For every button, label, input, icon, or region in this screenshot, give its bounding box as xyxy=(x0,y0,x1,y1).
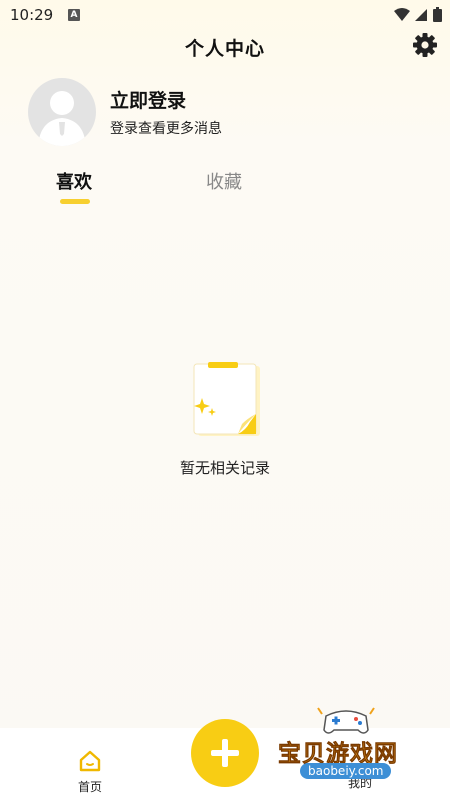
empty-state-text: 暂无相关记录 xyxy=(179,459,270,477)
plus-icon xyxy=(211,739,239,767)
page-title: 个人中心 xyxy=(184,38,265,60)
login-title[interactable]: 立即登录 xyxy=(110,86,186,113)
default-avatar-icon xyxy=(38,91,86,146)
login-subtitle: 登录查看更多消息 xyxy=(110,121,222,137)
gamepad-icon xyxy=(317,707,375,734)
tab-favorites[interactable]: 收藏 xyxy=(206,168,242,194)
login-profile-card[interactable]: 立即登录 登录查看更多消息 xyxy=(28,78,428,148)
notification-icon: A xyxy=(68,9,80,21)
header: 个人中心 xyxy=(0,32,450,60)
wifi-icon xyxy=(394,7,410,21)
watermark: 宝贝游戏网 baobeiy.com xyxy=(270,700,450,800)
tab-like[interactable]: 喜欢 xyxy=(56,168,92,194)
nav-home-label: 首页 xyxy=(77,780,102,794)
avatar[interactable] xyxy=(28,78,96,146)
battery-icon xyxy=(433,7,442,22)
tab-bar: 喜欢 收藏 xyxy=(0,166,450,210)
empty-notepad-icon xyxy=(188,360,264,444)
gear-icon xyxy=(413,33,437,57)
add-button[interactable] xyxy=(191,719,259,787)
watermark-url: baobeiy.com xyxy=(300,763,392,779)
nav-home[interactable]: 首页 xyxy=(60,740,120,794)
active-tab-indicator xyxy=(60,199,90,204)
status-indicators xyxy=(394,7,442,22)
signal-icon xyxy=(415,8,427,21)
status-bar: 10:29 A xyxy=(0,0,450,32)
settings-button[interactable] xyxy=(412,32,438,58)
status-time: 10:29 xyxy=(10,6,54,24)
home-icon xyxy=(79,750,101,772)
